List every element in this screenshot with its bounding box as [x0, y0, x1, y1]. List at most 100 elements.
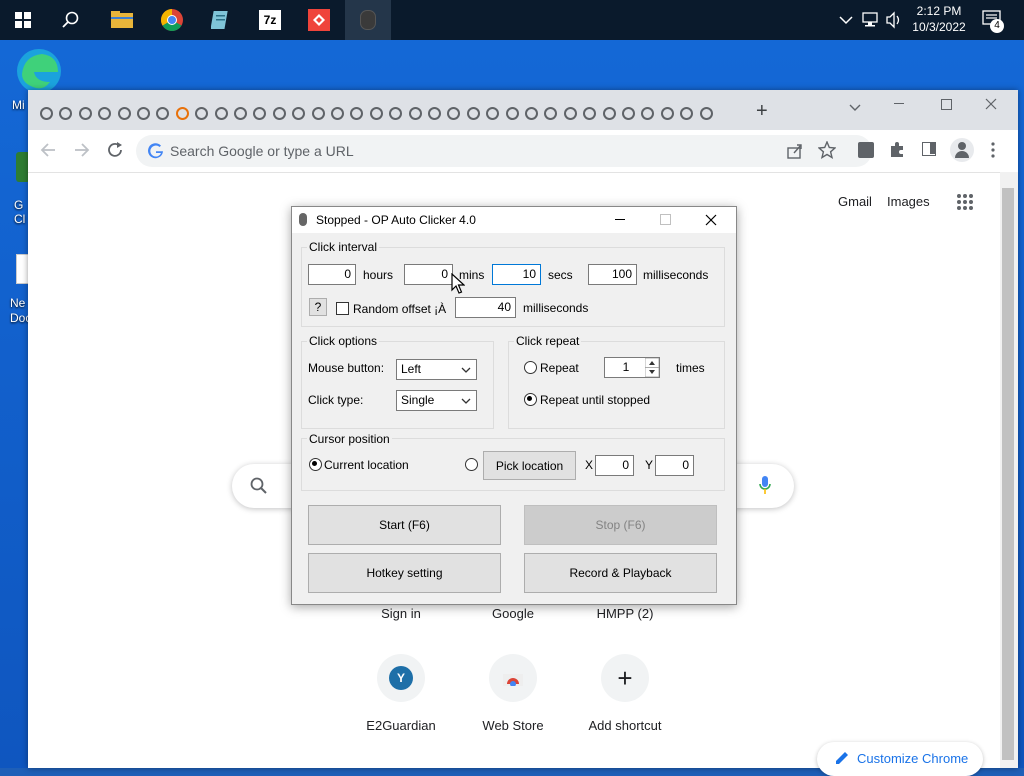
browser-tab[interactable]	[424, 90, 443, 130]
gmail-link[interactable]: Gmail	[838, 194, 872, 209]
start-icon[interactable]	[0, 0, 46, 40]
dialog-titlebar[interactable]: Stopped - OP Auto Clicker 4.0	[292, 207, 736, 233]
extension-icon[interactable]	[858, 142, 874, 158]
e2guardian-shortcut[interactable]: Y	[377, 654, 425, 702]
browser-tab[interactable]	[618, 90, 637, 130]
stop-button[interactable]: Stop (F6)	[524, 505, 717, 545]
minimize-icon[interactable]	[894, 103, 904, 104]
menu-kebab-icon[interactable]	[990, 142, 996, 163]
click-type-select[interactable]: Single	[396, 390, 477, 411]
search-icon[interactable]	[48, 0, 94, 40]
forward-icon[interactable]	[74, 142, 90, 163]
shortcut-label[interactable]: Add shortcut	[565, 718, 685, 733]
page-scrollbar[interactable]	[1000, 172, 1018, 768]
clock[interactable]: 2:12 PM 10/3/2022	[906, 3, 972, 35]
start-button[interactable]: Start (F6)	[308, 505, 501, 545]
browser-tab[interactable]	[482, 90, 501, 130]
repeat-spinner[interactable]	[644, 357, 660, 378]
auto-clicker-icon[interactable]	[345, 0, 391, 40]
browser-tab[interactable]	[502, 90, 521, 130]
browser-tab[interactable]	[230, 90, 249, 130]
browser-tab[interactable]	[521, 90, 540, 130]
browser-tab[interactable]	[249, 90, 268, 130]
browser-tab[interactable]	[133, 90, 152, 130]
reload-icon[interactable]	[106, 141, 124, 164]
close-icon[interactable]	[985, 97, 997, 115]
chevron-up-icon[interactable]	[838, 10, 854, 35]
browser-tab[interactable]	[540, 90, 559, 130]
browser-tab[interactable]	[579, 90, 598, 130]
web-store-shortcut[interactable]	[489, 654, 537, 702]
browser-tab[interactable]	[637, 90, 656, 130]
anydesk-icon[interactable]	[296, 0, 342, 40]
notepad-icon[interactable]	[198, 0, 244, 40]
chrome-icon[interactable]	[149, 0, 195, 40]
browser-tab[interactable]	[327, 90, 346, 130]
browser-tab[interactable]	[346, 90, 365, 130]
browser-tab[interactable]	[36, 90, 55, 130]
browser-tab[interactable]	[599, 90, 618, 130]
browser-tab[interactable]	[366, 90, 385, 130]
browser-tab[interactable]	[657, 90, 676, 130]
hotkey-setting-button[interactable]: Hotkey setting	[308, 553, 501, 593]
mins-input[interactable]: 0	[404, 264, 453, 285]
tab-search-icon[interactable]	[848, 100, 862, 118]
browser-tab[interactable]	[308, 90, 327, 130]
network-icon[interactable]	[862, 11, 880, 34]
voice-search-icon[interactable]	[758, 475, 772, 502]
shortcut-label[interactable]: Sign in	[341, 606, 461, 621]
customize-chrome-button[interactable]: Customize Chrome	[817, 742, 983, 776]
images-link[interactable]: Images	[887, 194, 930, 209]
share-icon[interactable]	[786, 142, 804, 165]
7zip-icon[interactable]: 7z	[247, 0, 293, 40]
browser-tab[interactable]	[676, 90, 695, 130]
browser-tab[interactable]	[55, 90, 74, 130]
shortcut-label[interactable]: HMPP (2)	[565, 606, 685, 621]
hours-input[interactable]: 0	[308, 264, 356, 285]
current-location-radio[interactable]	[309, 458, 322, 471]
repeat-radio[interactable]	[524, 361, 537, 374]
browser-tab[interactable]	[152, 90, 171, 130]
pick-location-button[interactable]: Pick location	[483, 451, 576, 480]
omnibox[interactable]: Search Google or type a URL	[136, 135, 872, 167]
new-tab-button[interactable]: +	[756, 100, 768, 123]
browser-tab-active[interactable]	[172, 90, 191, 130]
bookmark-star-icon[interactable]	[817, 140, 837, 164]
notification-icon[interactable]: 4	[982, 10, 1004, 33]
browser-tab[interactable]	[211, 90, 230, 130]
mouse-button-select[interactable]: Left	[396, 359, 477, 380]
offset-input[interactable]: 40	[455, 297, 516, 318]
add-shortcut-button[interactable]: +	[601, 654, 649, 702]
shortcut-label[interactable]: Google	[453, 606, 573, 621]
maximize-icon[interactable]	[941, 99, 952, 110]
browser-tab[interactable]	[696, 90, 715, 130]
x-coordinate-input[interactable]: 0	[595, 455, 634, 476]
y-coordinate-input[interactable]: 0	[655, 455, 694, 476]
browser-tab[interactable]	[288, 90, 307, 130]
secs-input[interactable]: 10	[492, 264, 541, 285]
browser-tab[interactable]	[385, 90, 404, 130]
shortcut-label[interactable]: Web Store	[453, 718, 573, 733]
back-icon[interactable]	[40, 142, 56, 163]
dialog-close-icon[interactable]	[705, 213, 717, 231]
repeat-until-stopped-radio[interactable]	[524, 393, 537, 406]
volume-icon[interactable]	[885, 11, 903, 34]
browser-tab[interactable]	[269, 90, 288, 130]
apps-grid-icon[interactable]	[956, 193, 974, 216]
shortcut-label[interactable]: E2Guardian	[341, 718, 461, 733]
extensions-puzzle-icon[interactable]	[888, 141, 906, 164]
scrollbar-thumb[interactable]	[1002, 188, 1014, 760]
record-playback-button[interactable]: Record & Playback	[524, 553, 717, 593]
side-panel-icon[interactable]	[922, 142, 936, 156]
browser-tab[interactable]	[443, 90, 462, 130]
random-offset-checkbox[interactable]	[336, 302, 349, 315]
pick-location-radio[interactable]	[465, 458, 478, 471]
browser-tab[interactable]	[405, 90, 424, 130]
profile-avatar-icon[interactable]	[950, 138, 974, 162]
browser-tab[interactable]	[463, 90, 482, 130]
help-button[interactable]: ?	[309, 298, 327, 316]
browser-tab[interactable]	[114, 90, 133, 130]
browser-tab[interactable]	[75, 90, 94, 130]
dialog-minimize-icon[interactable]	[615, 219, 625, 220]
file-explorer-icon[interactable]	[99, 0, 145, 40]
